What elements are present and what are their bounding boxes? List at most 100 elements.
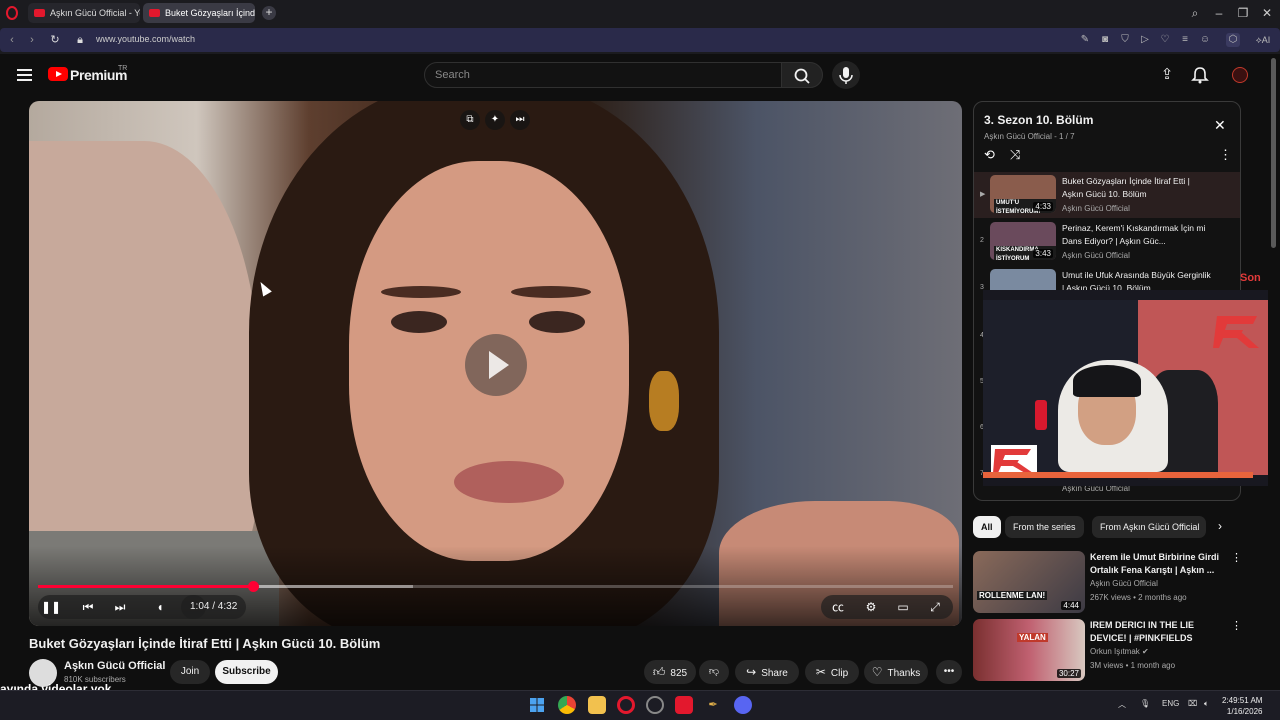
play-icon[interactable]: ▷ (1138, 33, 1152, 47)
voice-search-button[interactable] (832, 61, 860, 89)
file-explorer-icon[interactable] (588, 696, 606, 714)
search-input[interactable]: Search (424, 62, 782, 88)
thanks-button[interactable]: ♡ Thanks (864, 660, 928, 684)
dislike-button[interactable]: 👎︎ (699, 660, 729, 684)
language-indicator[interactable]: ENG (1162, 699, 1179, 708)
playlist-item[interactable]: ▶ UMUT'U İSTEMİYORUM! 4:33 Buket Gözyaşl… (974, 172, 1240, 218)
tray-mic-icon[interactable]: 🎙︎ (1140, 699, 1150, 708)
chip-all[interactable]: All (973, 516, 1001, 538)
browser-tab-strip: Aşkın Gücü Official - YouT Buket Gözyaşl… (0, 0, 1280, 26)
opera-icon[interactable] (617, 696, 635, 714)
recommended-channel[interactable]: Orkun Işıtmak ✔ (1090, 647, 1149, 656)
page-scrollbar[interactable] (1268, 54, 1280, 690)
network-icon[interactable]: ⌧ (1188, 699, 1197, 708)
miniplayer-icon[interactable]: ⧉ (460, 110, 480, 130)
chrome-icon[interactable] (558, 696, 576, 714)
system-clock[interactable]: 2:49:51 AM 1/16/2026 (1222, 695, 1262, 717)
camera-icon[interactable]: ◙ (1098, 33, 1112, 47)
search-button[interactable] (781, 62, 823, 88)
video-player[interactable]: ⧉ ✦ ⏭ ❚❚ ⏮ ⏭ ◖ 1:04 / 4:32 ㏄ ⚙ ▭ ⤢ (29, 101, 962, 626)
forward-button[interactable]: › (24, 32, 40, 48)
progress-bar[interactable] (38, 581, 953, 592)
youtube-logo-icon[interactable] (48, 67, 68, 81)
extension-icon[interactable]: ⬡ (1226, 33, 1240, 47)
player-right-controls: ㏄ ⚙ ▭ ⤢ (821, 595, 953, 619)
account-avatar[interactable] (1232, 67, 1248, 83)
tray-overflow-icon[interactable]: ︿ (1118, 699, 1126, 710)
skip-icon[interactable]: ⏭ (510, 110, 530, 130)
discord-icon[interactable] (734, 696, 752, 714)
tab-current-video[interactable]: Buket Gözyaşları İçinde (143, 3, 255, 23)
thumbnail-text: YALAN (1017, 633, 1048, 642)
playlist-thumbnail: UMUT'U İSTEMİYORUM! 4:33 (990, 175, 1056, 213)
shield-icon[interactable]: ⛉ (1118, 33, 1132, 47)
heart-icon[interactable]: ♡ (1158, 33, 1172, 47)
subscribe-button[interactable]: Subscribe (215, 660, 278, 684)
menu-icon[interactable]: ≡ (1178, 33, 1192, 47)
scrollbar-thumb[interactable] (1271, 58, 1276, 248)
sparkle-icon[interactable]: ✦ (485, 110, 505, 130)
channel-name[interactable]: Aşkın Gücü Official (64, 660, 165, 672)
speaker-icon[interactable]: 🔈︎ (1204, 699, 1209, 709)
reload-button[interactable]: ↻ (47, 32, 63, 48)
like-button[interactable]: 👍︎ 825 (644, 660, 696, 684)
recommended-channel[interactable]: Aşkın Gücü Official (1090, 579, 1158, 588)
minimize-button[interactable]: – (1210, 4, 1228, 22)
join-button[interactable]: Join (170, 660, 210, 684)
pen-app-icon[interactable]: ✒ (704, 696, 722, 714)
volume-icon[interactable]: ◖ (150, 597, 170, 617)
next-button[interactable]: ⏭ (110, 597, 130, 617)
red-app-icon[interactable] (675, 696, 693, 714)
scrubber-handle[interactable] (248, 581, 260, 592)
browser-search-icon[interactable]: ⌕ (1186, 4, 1204, 22)
captions-button[interactable]: ㏄ (828, 597, 848, 617)
back-button[interactable]: ‹ (4, 32, 20, 48)
restore-button[interactable]: ❐ (1234, 4, 1252, 22)
chip-from-channel[interactable]: From Aşkın Gücü Official (1092, 516, 1206, 538)
video-frame-detail (391, 311, 447, 333)
fullscreen-icon[interactable]: ⤢ (925, 597, 945, 617)
microphone-icon (839, 67, 853, 84)
address-bar[interactable]: ‹ › ↻ 🔒︎ www.youtube.com/watch ✎ ◙ ⛉ ▷ ♡… (0, 28, 1280, 52)
previous-button[interactable]: ⏮ (78, 597, 98, 617)
playlist-item-title: Buket Gözyaşları İçinde İtiraf Etti | Aş… (1062, 176, 1190, 199)
steam-icon[interactable] (646, 696, 664, 714)
pause-button[interactable]: ❚❚ (41, 597, 61, 617)
windows-start-icon[interactable] (528, 696, 546, 714)
share-button[interactable]: ↪ Share (735, 660, 799, 684)
large-play-button[interactable] (465, 334, 527, 396)
youtube-header: Premium TR Search ⇪ (0, 54, 1268, 98)
playlist-more-icon[interactable]: ⋮ (1219, 147, 1232, 163)
recommended-video[interactable]: ROLLENME LAN! 4:44 Kerem ile Umut Birbir… (973, 551, 1242, 617)
chevron-right-icon[interactable]: › (1218, 519, 1222, 533)
tab-askin-gucu-channel[interactable]: Aşkın Gücü Official - YouT (28, 3, 140, 23)
settings-gear-icon[interactable]: ⚙ (861, 597, 881, 617)
duration-badge: 4:44 (1061, 601, 1081, 610)
shuffle-icon[interactable]: ⤨ (1010, 147, 1020, 163)
notifications-bell-icon[interactable] (1191, 66, 1209, 84)
chip-from-the-series[interactable]: From the series (1005, 516, 1084, 538)
playlist-index: ▶ (980, 191, 986, 198)
ai-label: AI (1261, 35, 1271, 45)
opera-logo-icon[interactable] (6, 6, 18, 20)
upload-icon[interactable]: ⇪ (1158, 66, 1176, 84)
close-window-button[interactable]: ✕ (1258, 4, 1276, 22)
new-tab-button[interactable]: + (262, 6, 276, 20)
recommended-video[interactable]: YALAN 30:27 IREM DERICI IN THE LIE DEVIC… (973, 619, 1242, 685)
clip-button[interactable]: ✂ Clip (805, 660, 859, 684)
clip-label: Clip (830, 668, 849, 679)
close-playlist-icon[interactable]: ✕ (1214, 117, 1226, 134)
loop-icon[interactable]: ⟲ (984, 147, 995, 163)
ai-button[interactable]: ⟡AI (1250, 33, 1276, 47)
profile-icon[interactable]: ☺ (1198, 33, 1212, 47)
more-actions-button[interactable]: ••• (936, 660, 962, 684)
more-options-icon[interactable]: ⋮ (1231, 619, 1242, 632)
video-frame-detail (649, 371, 679, 431)
url-text[interactable]: www.youtube.com/watch (96, 34, 195, 44)
theater-mode-icon[interactable]: ▭ (893, 597, 913, 617)
guide-menu-icon[interactable] (17, 69, 32, 81)
edit-icon[interactable]: ✎ (1078, 33, 1092, 47)
playlist-item[interactable]: 2 KISKANDIRMA İSTİYORUM 3:43 Perinaz, Ke… (974, 219, 1240, 265)
playlist-title[interactable]: 3. Sezon 10. Bölüm (984, 113, 1093, 127)
more-options-icon[interactable]: ⋮ (1231, 551, 1242, 564)
